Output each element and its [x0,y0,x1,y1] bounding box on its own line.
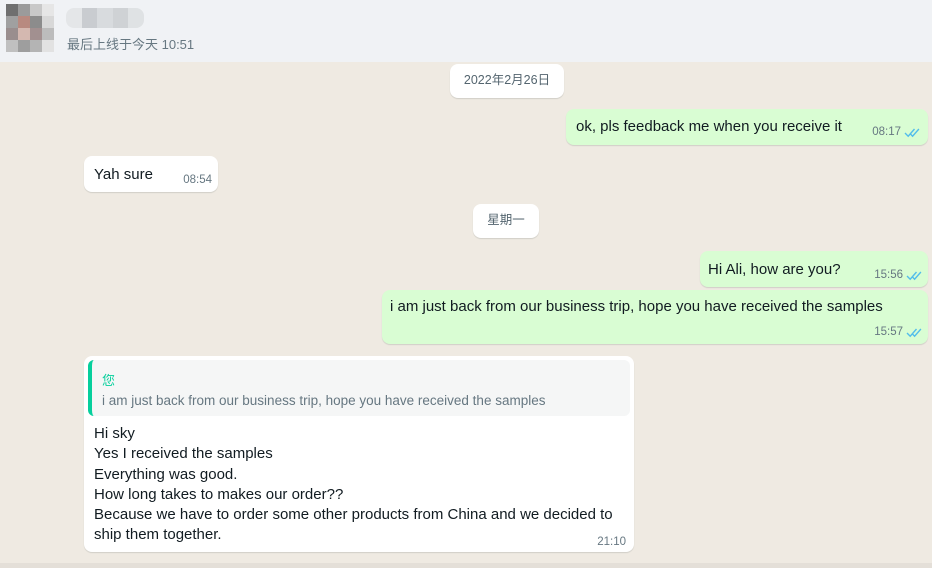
outgoing-message[interactable]: Hi Ali, how are you? 15:56 [700,251,928,287]
message-time: 08:17 [872,126,901,138]
message-text: Yah sure [94,166,153,183]
message-text: i am just back from our business trip, h… [390,298,883,315]
message-meta: 15:56 [874,269,922,281]
outgoing-message[interactable]: i am just back from our business trip, h… [382,290,928,344]
incoming-reply-message[interactable]: 您 i am just back from our business trip,… [84,356,634,552]
quote-author: 您 [102,373,116,388]
double-check-icon [906,271,922,280]
outgoing-message[interactable]: ok, pls feedback me when you receive it … [566,109,928,145]
quote-text: i am just back from our business trip, h… [102,393,546,408]
message-time: 15:56 [874,269,903,281]
double-check-icon [904,128,920,137]
message-text: Hi sky Yes I received the samples Everyt… [94,425,613,544]
last-seen-status: 最后上线于今天 10:51 [67,37,195,52]
message-time: 15:57 [874,326,903,338]
contact-name[interactable] [66,8,144,28]
message-time: 08:54 [183,174,212,186]
date-separator: 2022年2月26日 [450,64,564,98]
footer-divider [0,563,932,568]
message-meta: 08:17 [872,126,920,138]
message-time: 21:10 [597,536,626,548]
message-meta: 15:57 [874,326,922,338]
quoted-message[interactable]: 您 i am just back from our business trip,… [88,360,630,416]
message-text: ok, pls feedback me when you receive it [576,118,842,135]
chat-area: 2022年2月26日 ok, pls feedback me when you … [0,62,932,568]
date-separator: 星期一 [473,204,539,238]
double-check-icon [906,328,922,337]
chat-header: 最后上线于今天 10:51 [0,0,932,62]
incoming-message[interactable]: Yah sure 08:54 [84,156,218,192]
avatar[interactable] [6,4,54,52]
message-text: Hi Ali, how are you? [708,261,841,278]
